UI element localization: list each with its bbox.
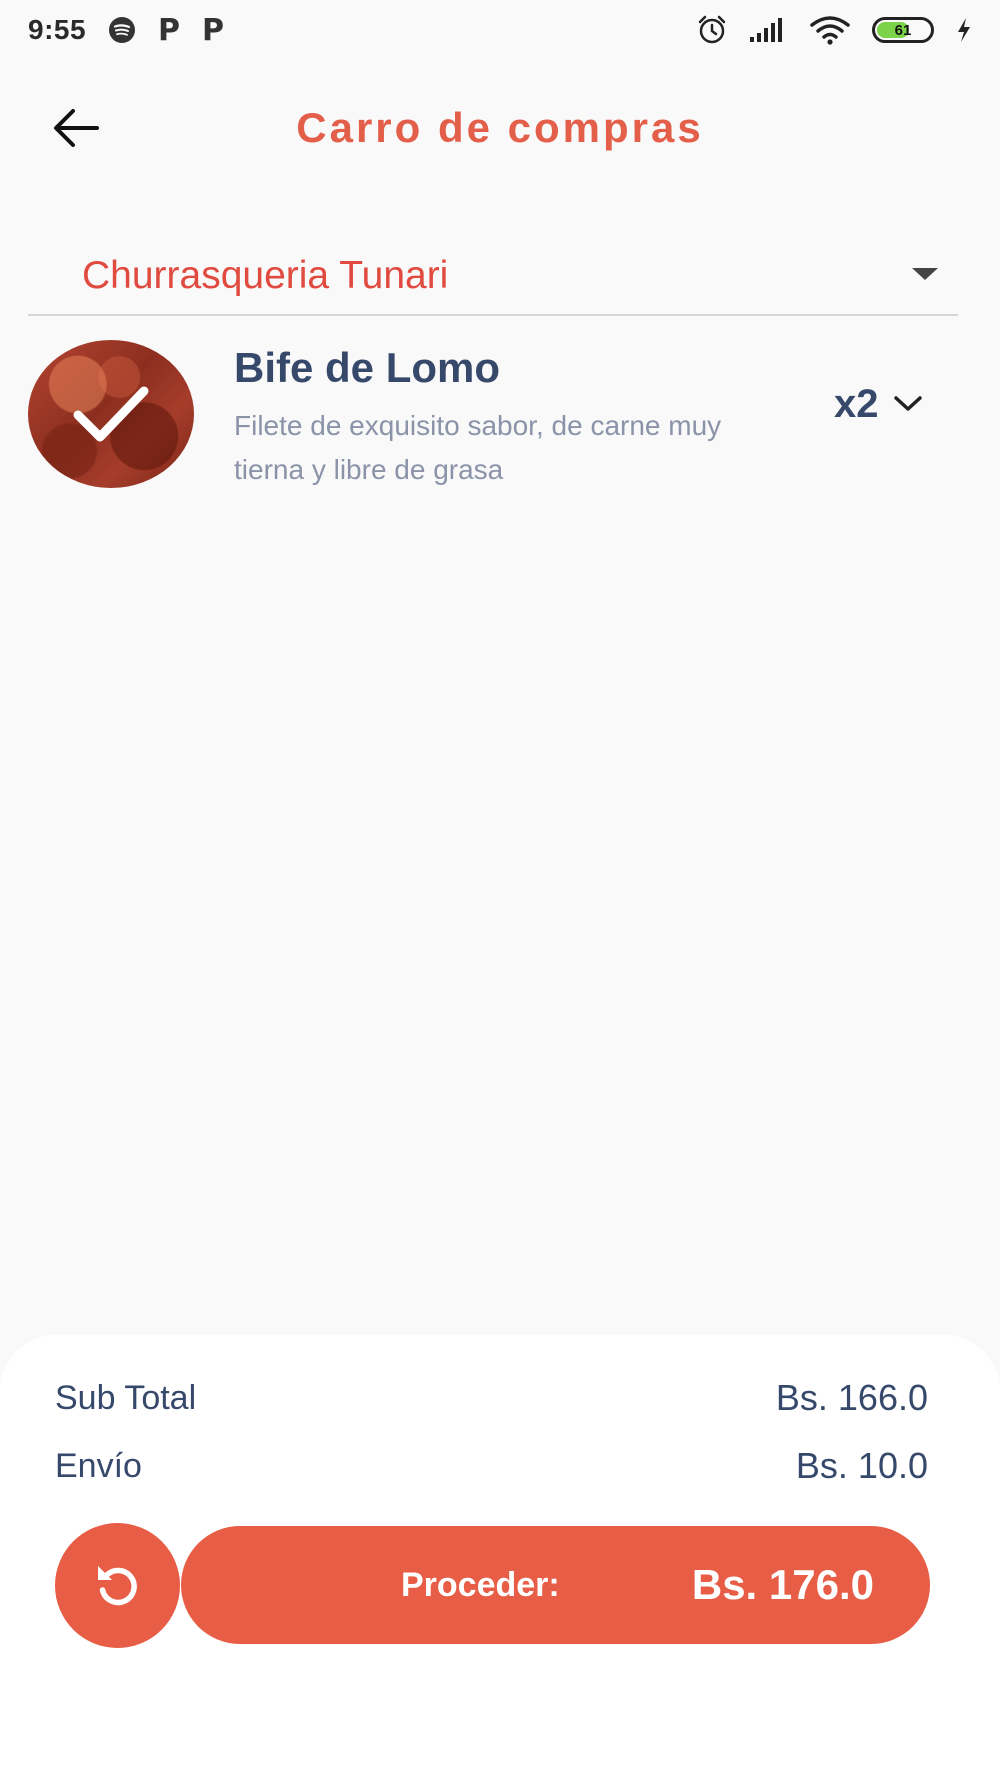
p-icon: P	[202, 12, 225, 48]
status-time: 9:55	[28, 14, 87, 45]
charging-icon	[956, 17, 972, 43]
cart-screen: 9:55 P P 61 Carro de compras Churrasquer…	[0, 0, 1000, 1778]
subtotal-value: Bs. 166.0	[775, 1377, 928, 1418]
shipping-label: Envío	[55, 1446, 142, 1485]
battery-level: 61	[894, 21, 912, 39]
back-button[interactable]	[46, 102, 106, 154]
app-header: Carro de compras	[0, 80, 1000, 176]
cart-item[interactable]: Bife de Lomo Filete de exquisito sabor, …	[28, 338, 958, 488]
proceed-button[interactable]: Proceder: Bs. 176.0	[181, 1526, 930, 1644]
battery-icon: 61	[872, 17, 934, 43]
p-icon: P	[158, 12, 181, 48]
restaurant-select-value: Churrasqueria Tunari	[82, 254, 449, 297]
subtotal-row: Sub Total Bs. 166.0	[55, 1373, 928, 1423]
status-bar: 9:55 P P 61	[0, 0, 1000, 60]
status-left: 9:55 P P	[28, 13, 224, 48]
reset-button[interactable]	[55, 1523, 180, 1648]
arrow-left-icon	[54, 109, 99, 147]
chevron-down-icon	[893, 396, 922, 411]
shipping-row: Envío Bs. 10.0	[55, 1441, 928, 1491]
reset-icon	[97, 1565, 137, 1605]
shipping-value: Bs. 10.0	[795, 1445, 928, 1486]
proceed-label: Proceder:	[401, 1565, 560, 1604]
caret-down-icon	[912, 268, 938, 280]
signal-icon	[750, 17, 788, 43]
item-image	[28, 340, 194, 488]
item-name: Bife de Lomo	[234, 344, 501, 391]
item-description: Filete de exquisito sabor, de carne muy …	[234, 410, 722, 485]
spotify-icon	[108, 16, 136, 44]
quantity-value: x2	[834, 381, 879, 426]
quantity-selector[interactable]: x2	[834, 376, 923, 432]
restaurant-select[interactable]: Churrasqueria Tunari	[28, 228, 958, 316]
checkmark-icon	[73, 386, 149, 442]
proceed-total: Bs. 176.0	[691, 1561, 874, 1608]
order-summary: Sub Total Bs. 166.0 Envío Bs. 10.0 Proce…	[0, 1335, 1000, 1778]
alarm-icon	[696, 14, 728, 46]
page-title: Carro de compras	[296, 104, 704, 151]
status-right: 61	[696, 14, 972, 46]
wifi-icon	[810, 15, 850, 45]
subtotal-label: Sub Total	[55, 1378, 197, 1417]
